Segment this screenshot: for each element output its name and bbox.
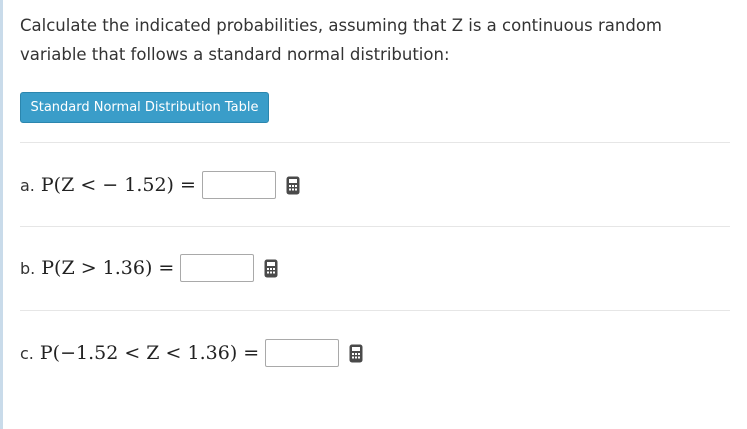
part-letter: a. bbox=[20, 175, 35, 195]
part-letter: b. bbox=[20, 258, 36, 278]
divider bbox=[20, 310, 730, 311]
part-expression: P(−1.52 < Z < 1.36) = bbox=[39, 342, 260, 364]
question-part-c: c. P(−1.52 < Z < 1.36) = bbox=[20, 336, 365, 370]
left-border-accent bbox=[0, 0, 3, 429]
calculator-keypad-icon[interactable] bbox=[284, 174, 302, 196]
answer-input-a[interactable] bbox=[201, 171, 276, 199]
answer-input-b[interactable] bbox=[180, 254, 255, 282]
divider bbox=[20, 226, 730, 227]
calculator-keypad-icon[interactable] bbox=[347, 342, 365, 364]
question-prompt: Calculate the indicated probabilities, a… bbox=[20, 16, 663, 64]
question-part-b: b. P(Z > 1.36) = bbox=[20, 251, 280, 285]
part-expression: P(Z < − 1.52) = bbox=[40, 174, 196, 196]
part-expression: P(Z > 1.36) = bbox=[41, 257, 175, 279]
standard-normal-table-button[interactable]: Standard Normal Distribution Table bbox=[20, 92, 269, 123]
question-part-a: a. P(Z < − 1.52) = bbox=[20, 168, 302, 202]
part-letter: c. bbox=[20, 343, 34, 363]
divider bbox=[20, 142, 730, 143]
answer-input-c[interactable] bbox=[265, 339, 340, 367]
calculator-keypad-icon[interactable] bbox=[262, 257, 280, 279]
